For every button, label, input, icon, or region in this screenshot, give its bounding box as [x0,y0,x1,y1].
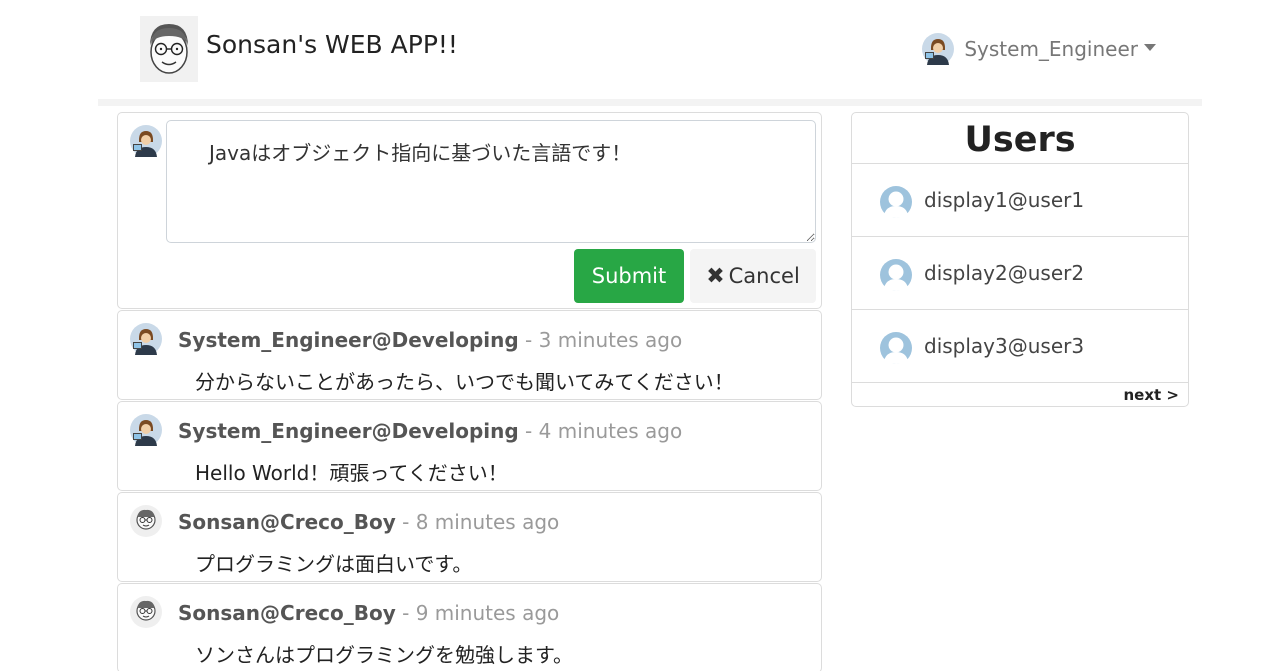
post-header: System_Engineer@Developing - 3 minutes a… [178,328,682,352]
post-separator: - [518,419,539,443]
navbar-divider [98,99,1202,106]
post-body: Hello World！頑張ってください！ [195,461,508,485]
user-list-item[interactable]: display2@user2 [852,237,1188,310]
brand-logo[interactable] [140,16,198,82]
users-title: Users [852,113,1188,164]
user-icon [880,332,912,364]
post-time: 8 minutes ago [415,510,560,534]
engineer-avatar-icon [130,414,162,446]
close-icon: ✖ [706,263,725,289]
post-composer: Javaはオブジェクト指向に基づいた言語です！ Submit ✖ Cancel [117,112,822,309]
post-header: Sonsan@Creco_Boy - 8 minutes ago [178,510,559,534]
post-time: 4 minutes ago [538,419,683,443]
user-name: display1@user1 [924,188,1085,212]
post-item: System_Engineer@Developing - 4 minutes a… [117,401,822,491]
post-author[interactable]: Sonsan@Creco_Boy [178,510,396,534]
post-item: Sonsan@Creco_Boy - 8 minutes ago プログラミング… [117,492,822,582]
composer-avatar-icon [130,125,162,157]
post-author[interactable]: Sonsan@Creco_Boy [178,601,396,625]
sonsan-avatar-icon [130,596,162,628]
sonsan-avatar-icon [130,505,162,537]
caret-down-icon [1144,43,1156,51]
post-item: Sonsan@Creco_Boy - 9 minutes ago ソンさんはプロ… [117,583,822,671]
post-header: Sonsan@Creco_Boy - 9 minutes ago [178,601,559,625]
user-menu-dropdown[interactable]: System_Engineer [922,33,1156,65]
cancel-label: Cancel [728,264,800,288]
submit-button[interactable]: Submit [574,249,684,303]
post-body: 分からないことがあったら、いつでも聞いてみてください！ [195,370,734,394]
engineer-avatar-icon [130,323,162,355]
next-page-link[interactable]: next > [1124,386,1180,404]
post-separator: - [395,601,416,625]
post-textarea[interactable]: Javaはオブジェクト指向に基づいた言語です！ [166,120,816,243]
user-list-item[interactable]: display3@user3 [852,310,1188,383]
post-body: ソンさんはプログラミングを勉強します。 [195,643,573,667]
cancel-button[interactable]: ✖ Cancel [690,249,816,303]
sonsan-logo-icon [140,16,198,82]
user-avatar-icon [922,33,954,65]
post-time: 3 minutes ago [538,328,683,352]
user-icon [880,186,912,218]
post-item: System_Engineer@Developing - 3 minutes a… [117,310,822,400]
users-panel: Users display1@user1 display2@user2 disp… [851,112,1189,407]
post-separator: - [395,510,416,534]
nav-username: System_Engineer [964,37,1138,61]
navbar: Sonsan's WEB APP!! System_Engineer [98,0,1202,100]
post-header: System_Engineer@Developing - 4 minutes a… [178,419,682,443]
post-separator: - [518,328,539,352]
user-list-item[interactable]: display1@user1 [852,164,1188,237]
user-icon [880,259,912,291]
post-time: 9 minutes ago [415,601,560,625]
post-author[interactable]: System_Engineer@Developing [178,328,519,352]
app-title[interactable]: Sonsan's WEB APP!! [206,30,458,59]
post-author[interactable]: System_Engineer@Developing [178,419,519,443]
post-body: プログラミングは面白いです。 [195,552,473,576]
user-name: display3@user3 [924,334,1085,358]
user-name: display2@user2 [924,261,1085,285]
